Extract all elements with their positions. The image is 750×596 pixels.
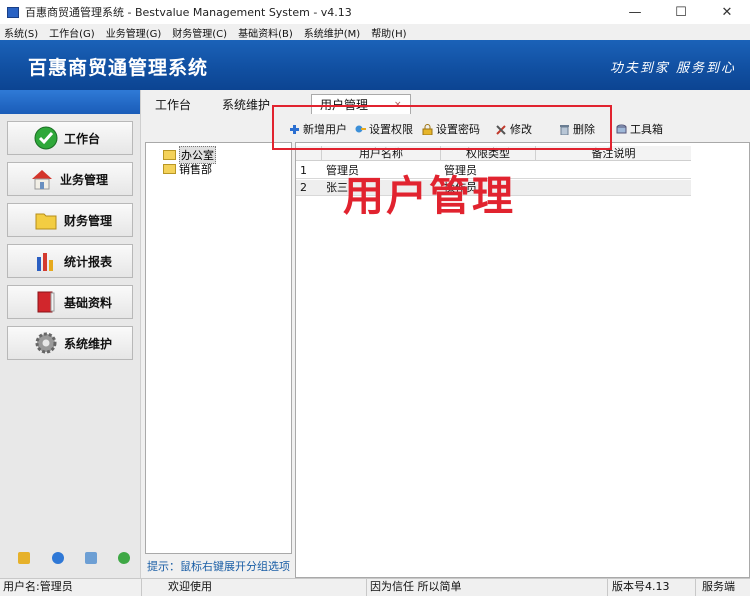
status-motto: 因为信任 所以简单 <box>367 579 608 596</box>
nav-finance-label: 财务管理 <box>64 213 113 228</box>
group-tree: 办公室 销售部 <box>145 142 292 554</box>
banner-slogan: 功夫到家 服务到心 <box>609 61 736 76</box>
toolbox-label: 工具箱 <box>630 123 663 136</box>
row-index: 1 <box>300 164 307 177</box>
nav-workbench-label: 工作台 <box>64 131 101 146</box>
folder-icon <box>34 208 58 232</box>
nav-reports-label: 统计报表 <box>64 254 113 269</box>
banner-title: 百惠商贸通管理系统 <box>28 57 209 79</box>
tab-workbench-label: 工作台 <box>155 97 192 112</box>
status-welcome: 欢迎使用 <box>142 579 367 596</box>
nav-basic-data-button[interactable]: 基础资料 <box>7 285 133 319</box>
folder-icon <box>163 150 176 160</box>
nav-reports-button[interactable]: 统计报表 <box>7 244 133 278</box>
annotation-label: 用户管理 <box>343 172 515 220</box>
hint-text: 提示：鼠标右键展开分组选项 <box>147 560 290 573</box>
toolbox-icon <box>616 124 627 135</box>
nav-maintenance-label: 系统维护 <box>64 336 113 351</box>
menu-workbench[interactable]: 工作台(G) <box>49 25 95 40</box>
menu-finance[interactable]: 财务管理(C) <box>172 25 227 40</box>
status-user: 用户名:管理员 <box>0 579 142 596</box>
house-icon <box>30 167 54 191</box>
nav-business-label: 业务管理 <box>60 172 109 187</box>
folder-icon <box>163 164 176 174</box>
menu-maintenance[interactable]: 系统维护(M) <box>304 25 360 40</box>
annotation-box <box>272 105 612 150</box>
row-note <box>540 163 690 179</box>
calculator-icon[interactable] <box>85 552 97 564</box>
toolbox-button[interactable]: 工具箱 <box>616 121 663 137</box>
banner: 百惠商贸通管理系统 功夫到家 服务到心 <box>0 40 750 90</box>
clock-icon[interactable] <box>52 552 64 564</box>
nav-finance-button[interactable]: 财务管理 <box>7 203 133 237</box>
title-bar: 百惠商贸通管理系统 - Bestvalue Management System … <box>0 0 750 24</box>
left-nav-shortcuts <box>0 552 141 566</box>
tab-maintenance-label: 系统维护 <box>222 97 271 112</box>
minimize-button[interactable]: — <box>612 0 658 24</box>
refresh-icon[interactable] <box>118 552 130 564</box>
menu-system[interactable]: 系统(S) <box>4 25 38 40</box>
nav-maintenance-button[interactable]: 系统维护 <box>7 326 133 360</box>
nav-business-button[interactable]: 业务管理 <box>7 162 133 196</box>
tree-node-sales-label: 销售部 <box>179 163 212 176</box>
left-nav: 工作台 业务管理 财务管理 统计报表 基础资料 系统维护 <box>0 90 141 578</box>
status-server: 服务端 <box>702 580 735 593</box>
menu-bar: 系统(S) 工作台(G) 业务管理(G) 财务管理(C) 基础资料(B) 系统维… <box>0 24 750 40</box>
note-icon[interactable] <box>18 552 30 564</box>
row-index: 2 <box>300 181 307 194</box>
menu-business[interactable]: 业务管理(G) <box>106 25 162 40</box>
menu-basic-data[interactable]: 基础资料(B) <box>238 25 293 40</box>
window-controls: — ☐ ✕ <box>612 0 750 24</box>
window-title: 百惠商贸通管理系统 - Bestvalue Management System … <box>25 6 352 19</box>
tab-maintenance[interactable]: 系统维护 <box>222 94 270 114</box>
nav-basic-data-label: 基础资料 <box>64 295 113 310</box>
app-icon <box>7 6 19 18</box>
status-bar: 用户名:管理员 欢迎使用 因为信任 所以简单 版本号4.13 服务端 <box>0 578 750 596</box>
tab-workbench[interactable]: 工作台 <box>155 94 191 114</box>
gear-icon <box>34 331 58 355</box>
maximize-button[interactable]: ☐ <box>658 0 704 24</box>
tree-node-sales[interactable]: 销售部 <box>163 161 212 177</box>
status-version: 版本号4.13 <box>608 579 696 596</box>
row-note <box>540 180 690 196</box>
check-icon <box>34 126 58 150</box>
menu-help[interactable]: 帮助(H) <box>371 25 406 40</box>
nav-workbench-button[interactable]: 工作台 <box>7 121 133 155</box>
close-button[interactable]: ✕ <box>704 0 750 24</box>
book-icon <box>34 290 58 314</box>
bar-chart-icon <box>34 249 58 273</box>
left-nav-header <box>0 90 140 114</box>
